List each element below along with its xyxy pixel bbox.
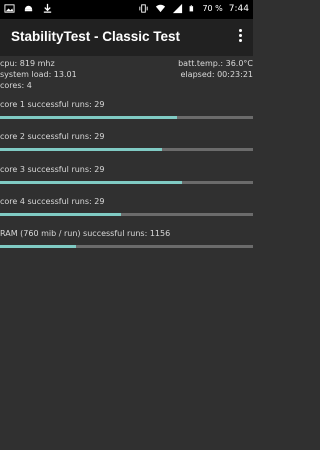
overflow-menu-icon[interactable] [237,29,243,45]
test-label: core 1 successful runs: 29 [0,100,105,109]
battery-percent: 70 % [202,4,223,13]
image-icon [4,4,15,13]
cpu-frequency: cpu: 819 mhz [0,59,55,68]
app-bar: StabilityTest - Classic Test [0,19,253,56]
core-3-test: core 3 successful runs: 29 [0,164,253,184]
status-bar: 70 % 7:44 [0,0,253,19]
signal-icon [173,3,183,14]
progress-track [0,116,253,119]
battery-temperature: batt.temp.: 36.0°C [178,59,253,68]
test-label: core 2 successful runs: 29 [0,132,105,141]
android-icon [24,5,33,12]
progress-track [0,181,253,184]
progress-fill [0,213,122,216]
test-label: core 3 successful runs: 29 [0,165,105,174]
progress-track [0,245,253,248]
core-4-test: core 4 successful runs: 29 [0,196,253,216]
page-title: StabilityTest - Classic Test [11,29,181,44]
progress-fill [0,148,162,151]
ram-test: RAM (760 mib / run) successful runs: 115… [0,228,253,248]
info-row-2: system load: 13.01 elapsed: 00:23:21 [0,69,253,80]
download-icon [43,3,52,13]
system-load: system load: 13.01 [0,70,77,79]
elapsed-time: elapsed: 00:23:21 [180,70,253,79]
progress-track [0,213,253,216]
progress-fill [0,116,178,119]
status-time: 7:44 [228,3,249,14]
test-label: RAM (760 mib / run) successful runs: 115… [0,229,171,238]
progress-fill [0,245,76,248]
progress-track [0,148,253,151]
wifi-icon [156,4,166,13]
core-count: cores: 4 [0,81,32,90]
battery-icon [190,5,194,12]
test-label: core 4 successful runs: 29 [0,197,105,206]
info-row-3: cores: 4 [0,80,253,91]
core-2-test: core 2 successful runs: 29 [0,131,253,151]
vibrate-icon [139,4,149,13]
info-row-1: cpu: 819 mhz batt.temp.: 36.0°C [0,58,253,69]
progress-fill [0,181,183,184]
core-1-test: core 1 successful runs: 29 [0,99,253,119]
